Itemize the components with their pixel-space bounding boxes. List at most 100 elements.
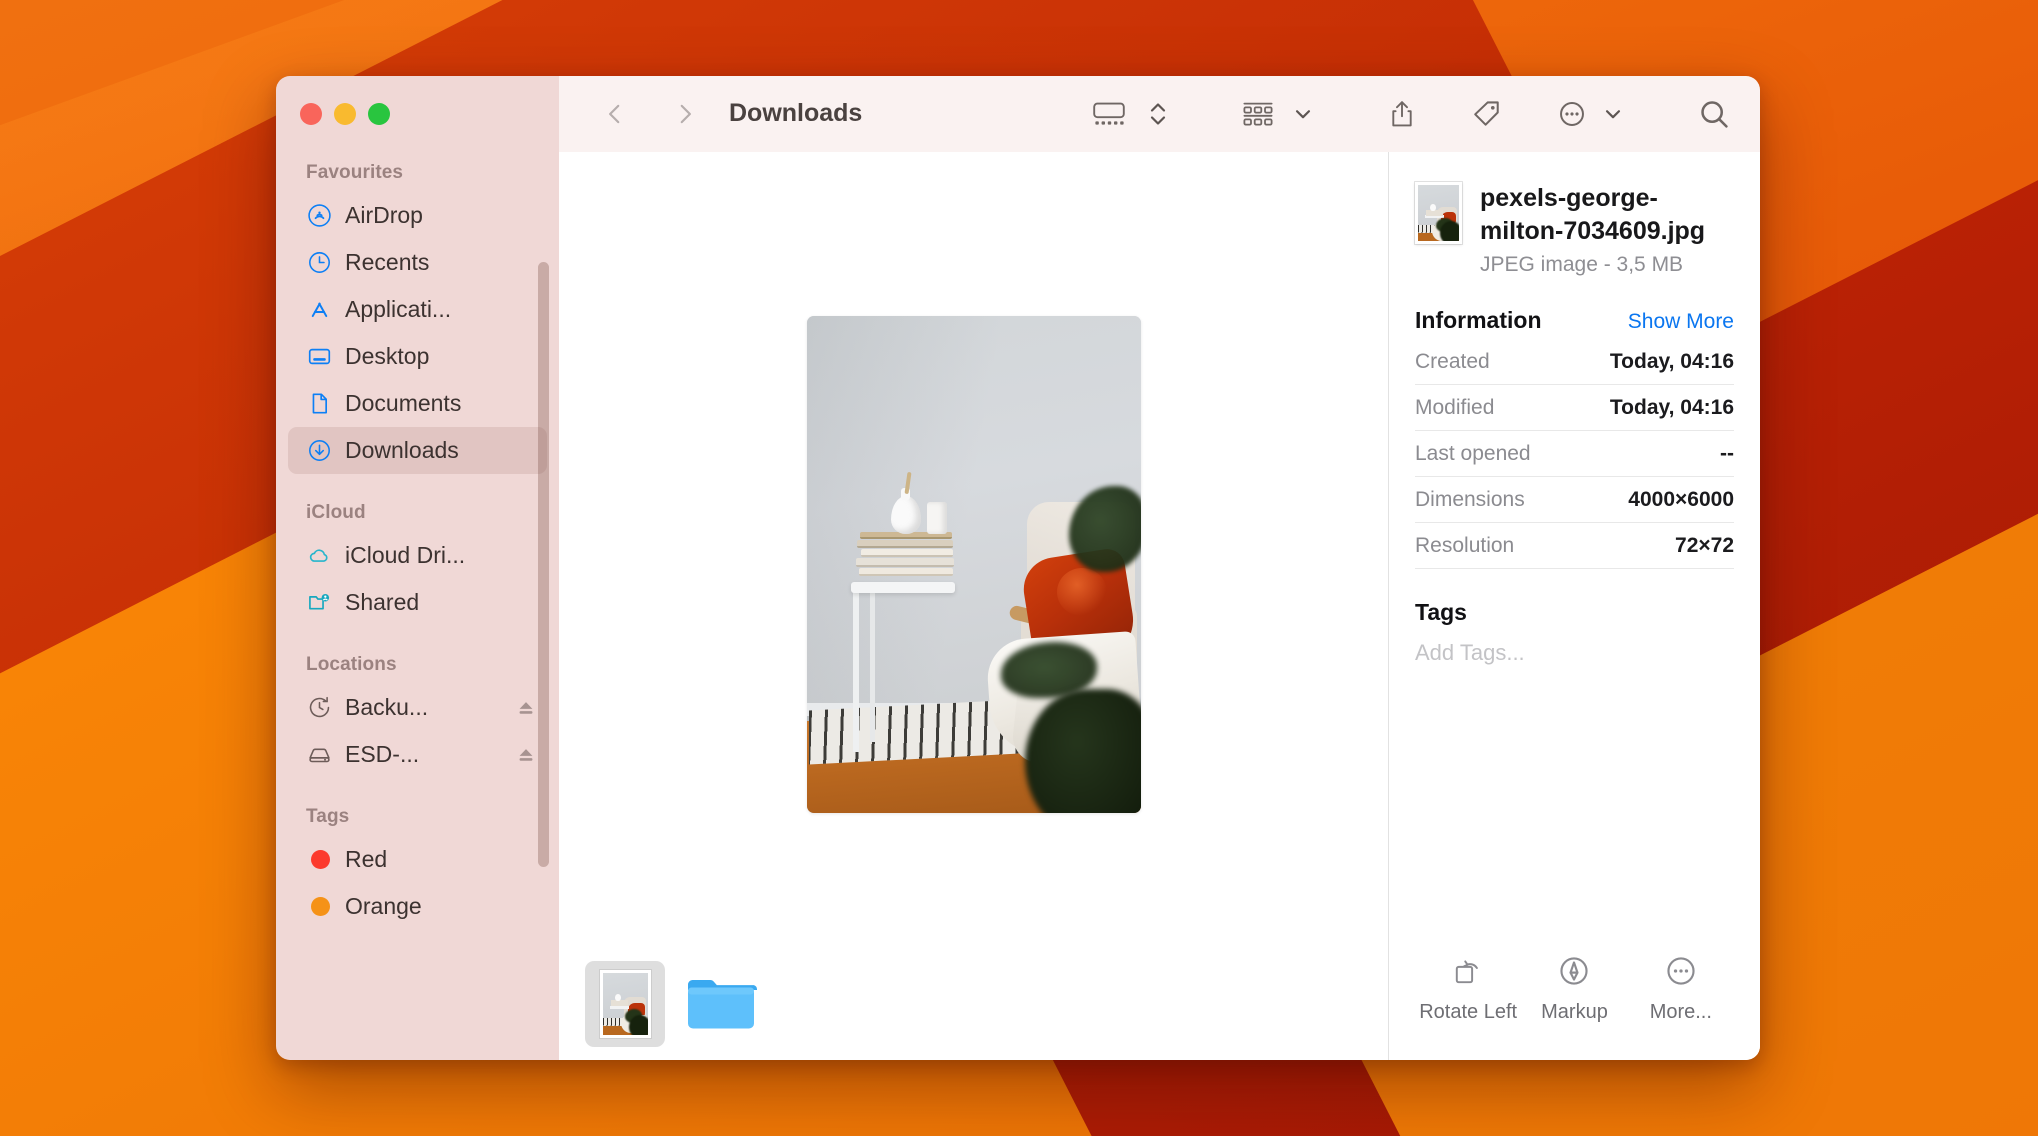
sidebar: Favourites AirDrop Recents Applicati... … <box>276 76 559 1060</box>
back-button[interactable] <box>593 92 637 136</box>
window-controls <box>276 76 559 152</box>
tags-button[interactable] <box>1464 90 1510 138</box>
applications-icon <box>306 297 332 323</box>
thumbnail-image <box>599 970 651 1038</box>
sidebar-item-label: ESD-... <box>345 741 420 767</box>
sidebar-item-label: Orange <box>345 893 422 919</box>
sidebar-item-label: AirDrop <box>345 202 423 228</box>
page-title: Downloads <box>729 99 863 127</box>
info-row-created: Created Today, 04:16 <box>1415 339 1734 385</box>
info-value: 72×72 <box>1675 534 1734 557</box>
sidebar-group-title-icloud: iCloud <box>306 502 366 523</box>
sidebar-item-label: Applicati... <box>345 296 452 322</box>
sidebar-item-shared[interactable]: Shared <box>288 579 547 626</box>
share-button[interactable] <box>1380 90 1424 138</box>
rotate-left-button[interactable]: Rotate Left <box>1415 955 1521 1024</box>
sidebar-group-title-favourites: Favourites <box>306 162 404 183</box>
sidebar-item-backups[interactable]: Backu... <box>288 684 547 731</box>
eject-icon[interactable] <box>515 744 537 766</box>
document-icon <box>306 391 332 417</box>
file-header: pexels-george-milton-7034609.jpg JPEG im… <box>1415 182 1734 277</box>
info-key: Dimensions <box>1415 488 1525 511</box>
sidebar-item-label: Backu... <box>345 694 429 720</box>
group-by-chevron-down-icon[interactable] <box>1282 90 1322 138</box>
more-actions-button[interactable] <box>1550 90 1594 138</box>
action-label: More... <box>1649 1001 1712 1023</box>
thumbnail-strip <box>559 948 1388 1060</box>
info-row-last-opened: Last opened -- <box>1415 431 1734 477</box>
sidebar-scroll-area: Favourites AirDrop Recents Applicati... … <box>276 152 559 1060</box>
sidebar-group-title-locations: Locations <box>306 654 397 675</box>
tag-dot-icon <box>306 847 332 873</box>
sidebar-scrollbar[interactable] <box>538 262 549 867</box>
folder-icon <box>685 975 757 1033</box>
file-thumbnail <box>1415 182 1462 244</box>
sidebar-item-label: iCloud Dri... <box>345 542 466 568</box>
clock-icon <box>306 250 332 276</box>
action-label: Markup <box>1541 1001 1608 1023</box>
group-by-button[interactable] <box>1234 90 1282 138</box>
sidebar-item-icloud-drive[interactable]: iCloud Dri... <box>288 532 547 579</box>
sidebar-item-label: Red <box>345 846 388 872</box>
search-button[interactable] <box>1690 90 1738 138</box>
preview-area <box>559 152 1388 948</box>
info-value: Today, 04:16 <box>1609 350 1734 373</box>
info-key: Last opened <box>1415 442 1531 465</box>
gallery-view-button[interactable] <box>1084 90 1134 138</box>
sidebar-item-tag-red[interactable]: Red <box>288 836 547 883</box>
action-label: Rotate Left <box>1419 1001 1518 1023</box>
tag-dot-icon <box>306 894 332 920</box>
preview-image[interactable] <box>806 315 1141 813</box>
info-value: Today, 04:16 <box>1609 396 1734 419</box>
finder-window: Favourites AirDrop Recents Applicati... … <box>276 76 1760 1060</box>
desktop-wallpaper: Favourites AirDrop Recents Applicati... … <box>0 0 2038 1136</box>
sidebar-item-documents[interactable]: Documents <box>288 380 547 427</box>
markup-button[interactable]: Markup <box>1521 955 1627 1024</box>
info-row-resolution: Resolution 72×72 <box>1415 523 1734 569</box>
shared-folder-icon <box>306 590 332 616</box>
sidebar-item-label: Documents <box>345 390 462 416</box>
disk-icon <box>306 742 332 768</box>
sidebar-item-airdrop[interactable]: AirDrop <box>288 192 547 239</box>
more-button[interactable]: More... <box>1628 955 1734 1024</box>
info-key: Created <box>1415 350 1490 373</box>
info-key: Modified <box>1415 396 1495 419</box>
close-button[interactable] <box>300 103 322 125</box>
information-section-header: Information Show More <box>1415 307 1734 334</box>
toolbar: Downloads <box>559 76 1760 152</box>
sidebar-item-recents[interactable]: Recents <box>288 239 547 286</box>
more-circle-icon <box>1665 955 1697 987</box>
time-machine-icon <box>306 695 332 721</box>
thumbnail-item-image[interactable] <box>585 961 665 1047</box>
sidebar-item-downloads[interactable]: Downloads <box>288 427 547 474</box>
markup-icon <box>1558 955 1590 987</box>
tags-section: Tags Add Tags... <box>1415 599 1734 666</box>
info-key: Resolution <box>1415 534 1515 557</box>
maximise-button[interactable] <box>368 103 390 125</box>
sidebar-item-label: Recents <box>345 249 430 275</box>
sidebar-item-label: Shared <box>345 589 420 615</box>
minimise-button[interactable] <box>334 103 356 125</box>
view-stepper-button[interactable] <box>1134 90 1176 138</box>
show-more-link[interactable]: Show More <box>1628 310 1734 334</box>
thumbnail-item-folder[interactable] <box>681 961 761 1047</box>
info-value: 4000×6000 <box>1628 488 1734 511</box>
info-value: -- <box>1720 442 1734 465</box>
sidebar-item-label: Downloads <box>345 437 459 463</box>
file-name: pexels-george-milton-7034609.jpg <box>1480 184 1706 245</box>
sidebar-item-esd[interactable]: ESD-... <box>288 731 547 778</box>
add-tags-input[interactable]: Add Tags... <box>1415 640 1734 666</box>
eject-icon[interactable] <box>515 697 537 719</box>
more-chevron-down-icon[interactable] <box>1594 90 1632 138</box>
sidebar-item-applications[interactable]: Applicati... <box>288 286 547 333</box>
panel-actions: Rotate Left Markup More... <box>1415 955 1734 1060</box>
file-kind: JPEG image - 3,5 MB <box>1480 253 1684 276</box>
rotate-left-icon <box>1452 955 1484 987</box>
airdrop-icon <box>306 203 332 229</box>
tags-title: Tags <box>1415 599 1467 625</box>
sidebar-item-desktop[interactable]: Desktop <box>288 333 547 380</box>
information-title: Information <box>1415 307 1542 333</box>
forward-button[interactable] <box>663 92 707 136</box>
sidebar-item-label: Desktop <box>345 343 430 369</box>
sidebar-item-tag-orange[interactable]: Orange <box>288 883 547 930</box>
